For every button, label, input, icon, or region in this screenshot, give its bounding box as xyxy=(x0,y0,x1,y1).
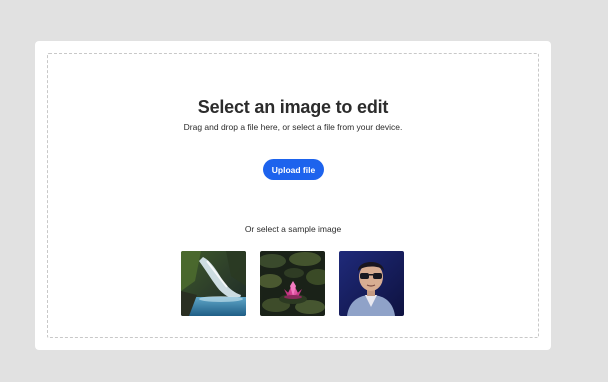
sample-image-portrait[interactable] xyxy=(339,251,404,316)
upload-card: Select an image to edit Drag and drop a … xyxy=(35,41,551,350)
sample-images-label: Or select a sample image xyxy=(244,224,342,234)
page-title: Select an image to edit xyxy=(197,97,389,117)
upload-file-button[interactable]: Upload file xyxy=(263,159,324,180)
sample-image-water-lily[interactable] xyxy=(260,251,325,316)
drop-zone[interactable]: Select an image to edit Drag and drop a … xyxy=(47,53,539,338)
sample-image-waterfall[interactable] xyxy=(181,251,246,316)
drop-instructions: Drag and drop a file here, or select a f… xyxy=(183,122,403,132)
